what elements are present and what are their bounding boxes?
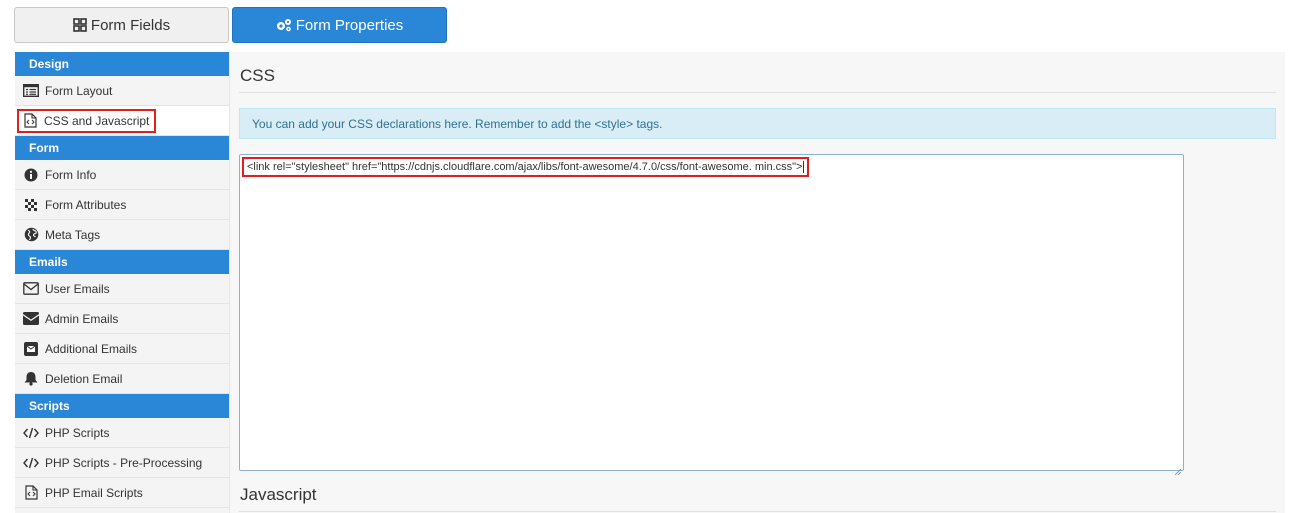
sidebar-item-deletion-email[interactable]: Deletion Email [15,364,229,394]
css-heading: CSS [240,66,275,85]
tab-form-fields-label: Form Fields [90,16,171,34]
sidebar-item-label: Additional Emails [45,341,138,356]
sidebar: Design Form Layout CSS and Javascript Fo… [15,52,229,513]
main-panel: CSS You can add your CSS declarations he… [229,52,1285,513]
javascript-heading: Javascript [240,485,317,504]
css-divider [239,92,1276,93]
css-editor-value: <link rel="stylesheet" href="https://cdn… [247,161,803,173]
code-icon [23,455,39,471]
sidebar-item-label: PHP Email Scripts [45,485,143,500]
sidebar-item-label: User Emails [45,281,110,296]
sidebar-item-admin-emails[interactable]: Admin Emails [15,304,229,334]
sidebar-item-form-info[interactable]: Form Info [15,160,229,190]
css-editor[interactable]: <link rel="stylesheet" href="https://cdn… [239,154,1184,476]
envelope-solid-icon [23,311,39,327]
sidebar-item-label: Deletion Email [45,371,123,386]
grid-icon [73,18,87,32]
code-icon [23,425,39,441]
sidebar-item-php-scripts[interactable]: PHP Scripts [15,418,229,448]
sidebar-section-emails: Emails [15,250,229,274]
bell-icon [23,371,39,387]
sidebar-item-meta-tags[interactable]: Meta Tags [15,220,229,250]
tab-form-properties[interactable]: Form Properties [232,7,447,43]
css-info-alert: You can add your CSS declarations here. … [239,108,1276,139]
code-file-icon [22,113,38,129]
sidebar-item-label: Form Layout [45,83,113,98]
sidebar-item-label: CSS and Javascript [44,113,150,128]
checkered-icon [23,197,39,213]
sidebar-item-form-attributes[interactable]: Form Attributes [15,190,229,220]
sidebar-item-label: Admin Emails [45,311,119,326]
css-javascript-highlight: CSS and Javascript [17,108,157,133]
sidebar-item-user-emails[interactable]: User Emails [15,274,229,304]
layout-list-icon [23,83,39,99]
sidebar-section-scripts: Scripts [15,394,229,418]
tab-form-fields[interactable]: Form Fields [14,7,229,43]
tab-form-properties-label: Form Properties [295,16,404,34]
info-circle-icon [23,167,39,183]
sidebar-item-label: PHP Scripts [45,425,110,440]
sidebar-item-label: Form Info [45,167,97,182]
envelope-outline-icon [23,281,39,297]
sidebar-section-design: Design [15,52,229,76]
sidebar-item-additional-emails[interactable]: Additional Emails [15,334,229,364]
code-file-icon [23,485,39,501]
sidebar-item-php-email-scripts[interactable]: PHP Email Scripts [15,478,229,508]
sidebar-item-css-javascript[interactable]: CSS and Javascript [15,106,229,136]
css-code-highlight: <link rel="stylesheet" href="https://cdn… [242,157,810,178]
globe-icon [23,227,39,243]
envelope-square-icon [23,341,39,357]
sidebar-section-form: Form [15,136,229,160]
gears-icon [276,18,292,32]
sidebar-item-label: PHP Scripts - Pre-Processing [45,455,203,470]
sidebar-item-label: Meta Tags [45,227,101,242]
sidebar-item-form-layout[interactable]: Form Layout [15,76,229,106]
sidebar-item-label: Form Attributes [45,197,127,212]
sidebar-item-php-scripts-pre-processing[interactable]: PHP Scripts - Pre-Processing [15,448,229,478]
javascript-divider [239,511,1276,512]
text-caret [803,161,805,174]
resize-handle-icon[interactable] [1174,462,1182,476]
